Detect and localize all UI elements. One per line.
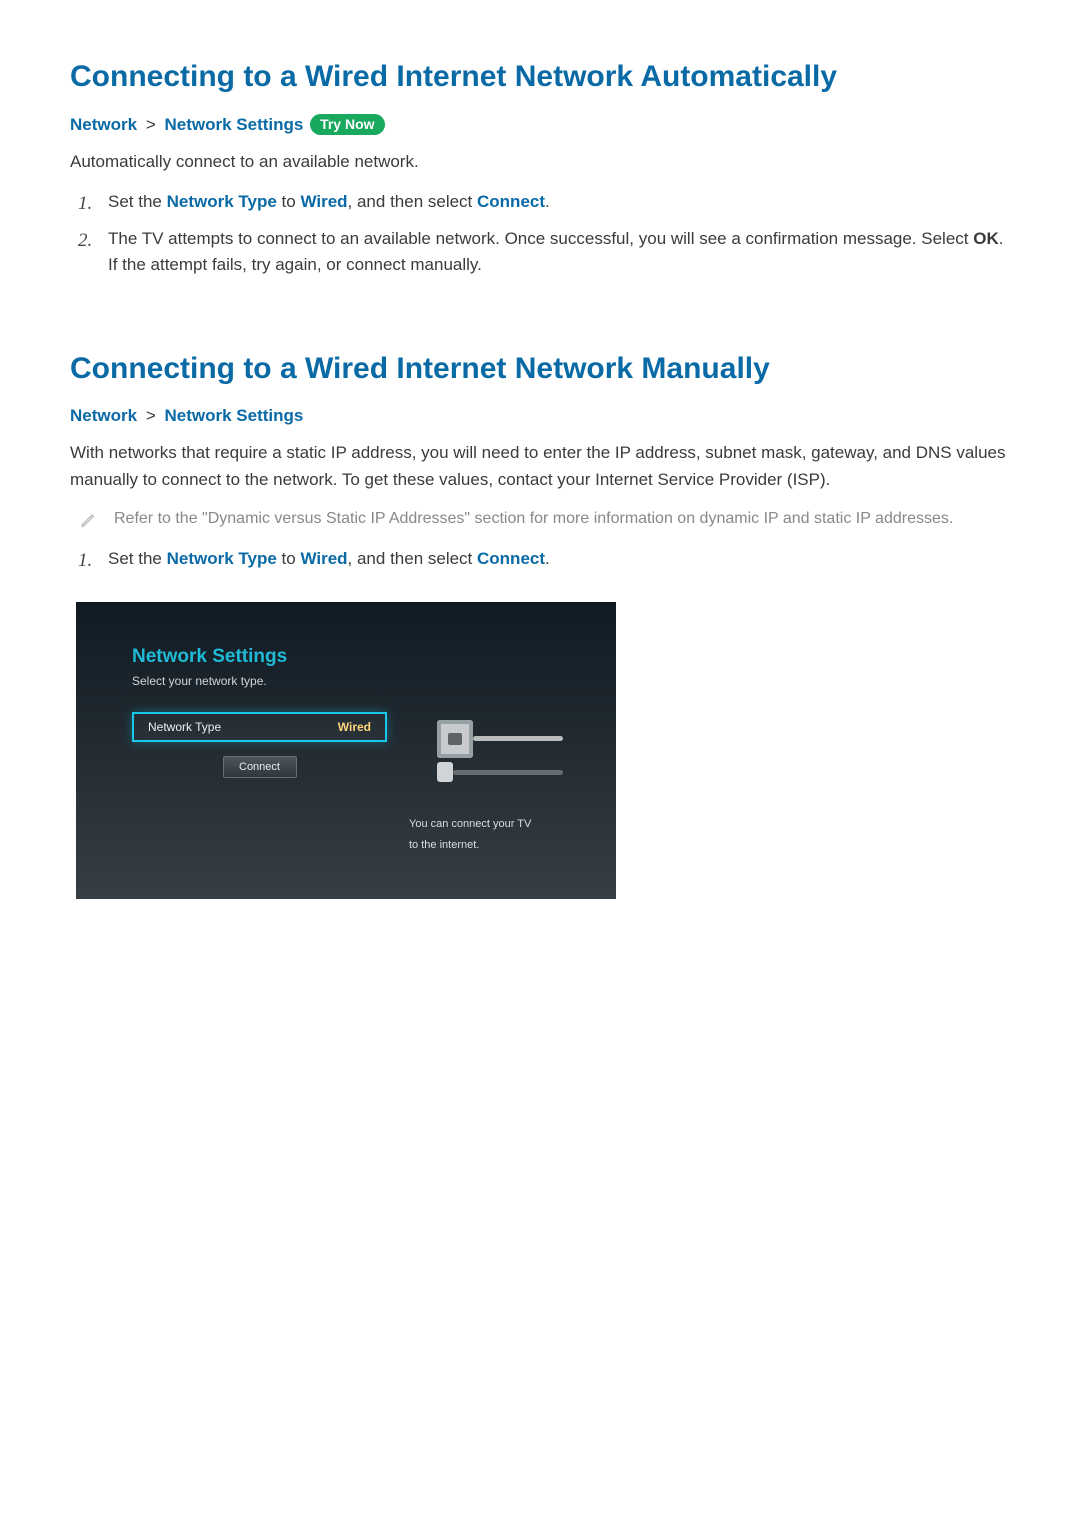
- manual-steps: 1. Set the Network Type to Wired, and th…: [70, 546, 1010, 572]
- plug-icon: [437, 762, 453, 782]
- breadcrumb-sep: >: [142, 406, 160, 425]
- hl-connect: Connect: [477, 549, 545, 568]
- text: , and then select: [348, 192, 477, 211]
- connect-button[interactable]: Connect: [223, 756, 297, 778]
- text: The TV attempts to connect to an availab…: [108, 229, 973, 248]
- text: .: [545, 192, 550, 211]
- step-marker: 1.: [78, 546, 92, 575]
- section-manual-title: Connecting to a Wired Internet Network M…: [70, 352, 1010, 386]
- text: to: [277, 549, 301, 568]
- section-auto-title: Connecting to a Wired Internet Network A…: [70, 60, 1010, 94]
- auto-intro: Automatically connect to an available ne…: [70, 149, 1010, 175]
- step-marker: 1.: [78, 189, 92, 218]
- breadcrumb-b[interactable]: Network Settings: [164, 115, 303, 134]
- network-type-selector[interactable]: Network Type Wired: [132, 712, 387, 742]
- hl-ok: OK: [973, 229, 999, 248]
- tv-info-text: You can connect your TV to the internet.: [409, 814, 590, 855]
- tv-panel-title: Network Settings: [132, 646, 590, 668]
- text: to: [277, 192, 301, 211]
- note-text: Refer to the "Dynamic versus Static IP A…: [114, 507, 953, 532]
- tv-panel-subtitle: Select your network type.: [132, 674, 590, 688]
- breadcrumb-a[interactable]: Network: [70, 406, 137, 425]
- breadcrumb-auto: Network > Network Settings Try Now: [70, 114, 1010, 135]
- text: , and then select: [348, 549, 477, 568]
- tv-settings-panel: Network Settings Select your network typ…: [76, 602, 616, 899]
- hl-network-type: Network Type: [167, 549, 277, 568]
- tv-info-line: You can connect your TV: [409, 814, 590, 834]
- field-label: Network Type: [148, 720, 221, 734]
- auto-step-2: 2. The TV attempts to connect to an avai…: [108, 226, 1010, 279]
- cable-icon: [453, 770, 563, 775]
- cable-icon: [473, 736, 563, 741]
- step-marker: 2.: [78, 226, 92, 255]
- connection-illustration: [409, 718, 590, 790]
- breadcrumb-b[interactable]: Network Settings: [164, 406, 303, 425]
- note-icon: [80, 511, 98, 532]
- breadcrumb-a[interactable]: Network: [70, 115, 137, 134]
- hl-connect: Connect: [477, 192, 545, 211]
- manual-note: Refer to the "Dynamic versus Static IP A…: [70, 507, 1010, 532]
- breadcrumb-sep: >: [142, 115, 160, 134]
- field-value: Wired: [338, 720, 371, 734]
- auto-step-1: 1. Set the Network Type to Wired, and th…: [108, 189, 1010, 215]
- hl-wired: Wired: [300, 192, 347, 211]
- auto-steps: 1. Set the Network Type to Wired, and th…: [70, 189, 1010, 278]
- breadcrumb-manual: Network > Network Settings: [70, 406, 1010, 426]
- text: Set the: [108, 192, 167, 211]
- hl-wired: Wired: [300, 549, 347, 568]
- hl-network-type: Network Type: [167, 192, 277, 211]
- manual-step-1: 1. Set the Network Type to Wired, and th…: [108, 546, 1010, 572]
- text: .: [545, 549, 550, 568]
- try-now-badge[interactable]: Try Now: [310, 114, 384, 135]
- wall-plate-icon: [437, 720, 473, 758]
- manual-intro: With networks that require a static IP a…: [70, 440, 1010, 493]
- text: Set the: [108, 549, 167, 568]
- tv-info-line: to the internet.: [409, 835, 590, 855]
